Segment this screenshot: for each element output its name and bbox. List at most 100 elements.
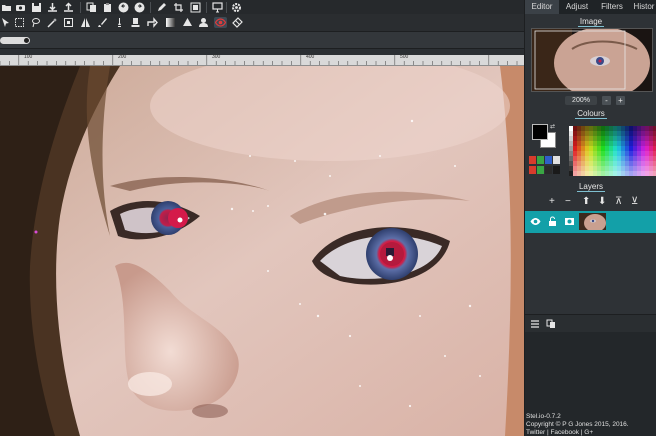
palette-colour[interactable] [641, 156, 645, 161]
palette-colour[interactable] [645, 141, 649, 146]
palette-colour[interactable] [641, 161, 645, 166]
palette-colour[interactable] [637, 126, 641, 131]
lock-icon[interactable] [547, 216, 558, 227]
palette-colour[interactable] [641, 131, 645, 136]
palette-colour[interactable] [637, 161, 641, 166]
palette-colour[interactable] [645, 151, 649, 156]
delete-layer-button[interactable]: − [565, 197, 571, 207]
merge-down-button[interactable]: ⊻ [631, 197, 638, 207]
zoom-in-button[interactable]: + [616, 96, 625, 105]
lasso-icon[interactable] [30, 17, 41, 28]
palette-colour[interactable] [601, 136, 605, 141]
palette-colour[interactable] [601, 141, 605, 146]
palette-colour[interactable] [593, 146, 597, 151]
palette-colour[interactable] [589, 141, 593, 146]
palette-colour[interactable] [625, 166, 629, 171]
palette-colour[interactable] [609, 166, 613, 171]
palette-colour[interactable] [613, 136, 617, 141]
zoom-field[interactable]: 200% [565, 96, 597, 105]
palette-colour[interactable] [629, 156, 633, 161]
move-layer-up-button[interactable]: ⬆ [582, 197, 590, 207]
palette-colour[interactable] [617, 171, 621, 176]
social-links[interactable]: Twitter | Facebook | G+ [526, 429, 593, 436]
palette-colour[interactable] [585, 161, 589, 166]
palette-colour[interactable] [649, 166, 653, 171]
palette-colour[interactable] [577, 156, 581, 161]
palette-colour[interactable] [585, 166, 589, 171]
palette-colour[interactable] [649, 126, 653, 131]
palette-colour[interactable] [601, 131, 605, 136]
palette-colour[interactable] [593, 156, 597, 161]
palette-colour[interactable] [585, 171, 589, 176]
save-icon[interactable] [31, 2, 42, 13]
palette-colour[interactable] [613, 151, 617, 156]
recent-colour-swatch[interactable] [545, 166, 552, 174]
palette-colour[interactable] [573, 156, 577, 161]
palette-colour[interactable] [637, 156, 641, 161]
palette-colour[interactable] [581, 171, 585, 176]
palette-colour[interactable] [613, 171, 617, 176]
palette-colour[interactable] [569, 146, 573, 151]
palette-colour[interactable] [585, 156, 589, 161]
palette-colour[interactable] [601, 126, 605, 131]
palette-colour[interactable] [605, 136, 609, 141]
palette-colour[interactable] [601, 146, 605, 151]
redo-icon[interactable] [134, 2, 145, 13]
palette-colour[interactable] [597, 136, 601, 141]
duplicate-icon[interactable] [546, 319, 556, 329]
recent-colour-swatch[interactable] [529, 156, 536, 164]
palette-colour[interactable] [581, 141, 585, 146]
palette-colour[interactable] [601, 166, 605, 171]
palette-colour[interactable] [629, 171, 633, 176]
palette-colour[interactable] [593, 161, 597, 166]
palette-colour[interactable] [629, 146, 633, 151]
palette-colour[interactable] [649, 151, 653, 156]
palette-colour[interactable] [589, 156, 593, 161]
palette-colour[interactable] [609, 146, 613, 151]
download-icon[interactable] [47, 2, 58, 13]
palette-colour[interactable] [621, 166, 625, 171]
palette-colour[interactable] [641, 126, 645, 131]
palette-colour[interactable] [617, 151, 621, 156]
move-layer-down-button[interactable]: ⬇ [598, 197, 606, 207]
palette-colour[interactable] [629, 131, 633, 136]
palette-colour[interactable] [585, 136, 589, 141]
palette-colour[interactable] [593, 151, 597, 156]
slider-knob[interactable] [24, 38, 29, 43]
palette-colour[interactable] [581, 151, 585, 156]
palette-colour[interactable] [621, 141, 625, 146]
eraser-icon[interactable] [232, 17, 243, 28]
palette-colour[interactable] [573, 136, 577, 141]
palette-colour[interactable] [645, 126, 649, 131]
palette-colour[interactable] [601, 151, 605, 156]
palette-colour[interactable] [601, 156, 605, 161]
monitor-icon[interactable] [212, 2, 223, 13]
palette-colour[interactable] [633, 126, 637, 131]
palette-colour[interactable] [605, 156, 609, 161]
palette-colour[interactable] [629, 136, 633, 141]
palette-colour[interactable] [629, 166, 633, 171]
palette-colour[interactable] [577, 136, 581, 141]
palette-colour[interactable] [617, 126, 621, 131]
brush-size-slider[interactable] [0, 37, 30, 44]
palette-colour[interactable] [637, 166, 641, 171]
palette-colour[interactable] [569, 126, 573, 131]
palette-colour[interactable] [581, 126, 585, 131]
palette-colour[interactable] [597, 151, 601, 156]
palette-colour[interactable] [597, 141, 601, 146]
palette-colour[interactable] [621, 156, 625, 161]
palette-colour[interactable] [577, 131, 581, 136]
palette-colour[interactable] [621, 126, 625, 131]
palette-colour[interactable] [637, 146, 641, 151]
upload-icon[interactable] [63, 2, 74, 13]
palette-colour[interactable] [577, 171, 581, 176]
palette-colour[interactable] [625, 146, 629, 151]
colour-palette[interactable] [569, 126, 656, 176]
palette-colour[interactable] [613, 126, 617, 131]
palette-colour[interactable] [577, 146, 581, 151]
palette-colour[interactable] [625, 136, 629, 141]
palette-colour[interactable] [605, 171, 609, 176]
palette-colour[interactable] [617, 161, 621, 166]
palette-colour[interactable] [617, 156, 621, 161]
palette-colour[interactable] [597, 161, 601, 166]
